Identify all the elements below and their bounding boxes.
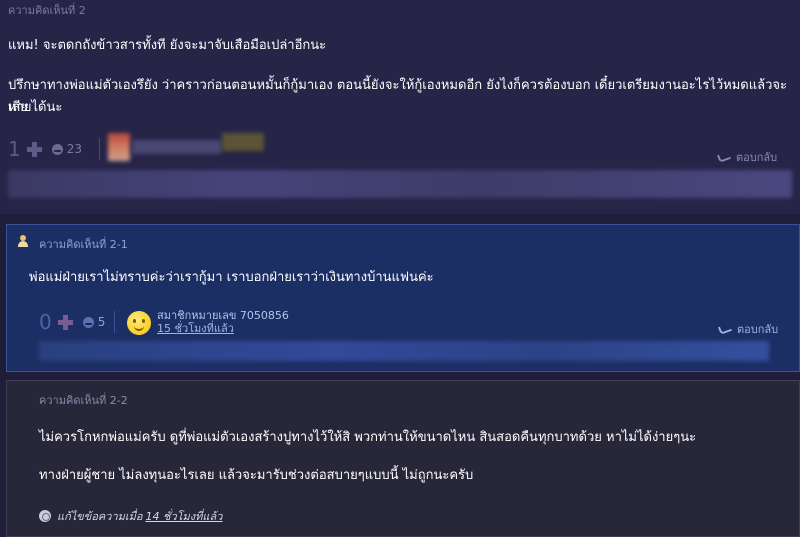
- author-icon: [17, 235, 29, 247]
- emotion-icon: [82, 316, 94, 328]
- avatar[interactable]: [108, 133, 130, 161]
- signature-area: [8, 170, 792, 198]
- reply-button[interactable]: ตอบกลับ: [716, 148, 777, 166]
- comment-2-1: ความคิดเห็นที่ 2-1 พ่อแม่ฝ่ายเราไม่ทราบค…: [6, 224, 800, 372]
- comment-text-line: ปรึกษาทางพ่อแม่ตัวเองรึยัง ว่าคราวก่อนตอ…: [8, 78, 787, 115]
- edit-icon: [39, 510, 51, 522]
- member-info: สมาชิกหมายเลข 7050856 15 ชั่วโมงที่แล้ว: [157, 309, 289, 335]
- comment-text-line: หายได้นะ: [8, 100, 63, 115]
- emotion-button[interactable]: 23: [51, 142, 82, 156]
- reply-button[interactable]: ตอบกลับ: [717, 320, 778, 338]
- vote-count: 1: [8, 137, 21, 161]
- comment-header: ความคิดเห็นที่ 2-2: [39, 394, 128, 407]
- reply-icon: [716, 151, 732, 163]
- comment-2: ความคิดเห็นที่ 2 แหม! จะตดกถังข้าวสารทั้…: [0, 0, 800, 214]
- smiley-avatar-icon[interactable]: [127, 311, 151, 335]
- member-name[interactable]: สมาชิกหมายเลข 7050856: [157, 309, 289, 322]
- comment-header: ความคิดเห็นที่ 2: [8, 4, 86, 17]
- comment-text-line: ทางฝ่ายผู้ชาย ไม่ลงทุนอะไรเลย แล้วจะมารั…: [39, 468, 474, 483]
- post-time[interactable]: 15 ชั่วโมงที่แล้ว: [157, 322, 289, 335]
- comment-text-line: ไม่ควรโกหกพ่อแม่ครับ ดูที่พ่อแม่ตัวเองสร…: [39, 430, 697, 445]
- comment-footer: 1 23: [8, 136, 82, 162]
- comment-text-line: แหม! จะตดกถังข้าวสารทั้งที ยังจะมาจับเสื…: [8, 38, 327, 53]
- signature-area: [39, 341, 769, 361]
- emotion-button[interactable]: 5: [82, 315, 105, 329]
- emotion-icon: [51, 143, 63, 155]
- edit-info: แก้ไขข้อความเมื่อ 14 ชั่วโมงที่แล้ว: [39, 507, 225, 525]
- comment-2-2: ความคิดเห็นที่ 2-2 ไม่ควรโกหกพ่อแม่ครับ …: [6, 380, 800, 537]
- edit-time[interactable]: 14 ชั่วโมงที่แล้ว: [146, 507, 223, 525]
- plus-icon[interactable]: [57, 314, 73, 330]
- divider: [99, 138, 100, 160]
- author-badge: [222, 133, 264, 151]
- reply-icon: [717, 323, 733, 335]
- plus-icon[interactable]: [26, 141, 42, 157]
- comment-header: ความคิดเห็นที่ 2-1: [39, 238, 128, 251]
- author-name[interactable]: [132, 140, 222, 154]
- comment-text-line: พ่อแม่ฝ่ายเราไม่ทราบค่ะว่าเรากู้มา เราบอ…: [29, 270, 434, 285]
- divider: [114, 311, 115, 333]
- vote-count: 0: [39, 310, 52, 334]
- comment-footer: 0 5: [39, 309, 105, 335]
